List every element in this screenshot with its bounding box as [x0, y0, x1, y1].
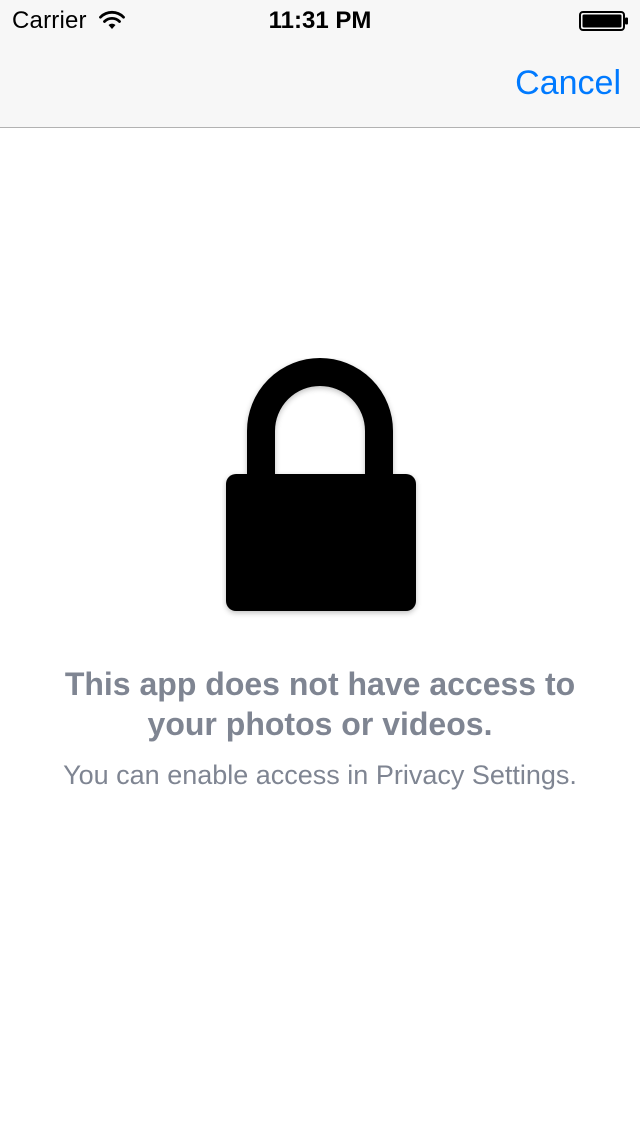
top-bar: Carrier 11:31 PM Cancel — [0, 0, 640, 128]
photo-access-denied-screen: Carrier 11:31 PM Cancel This app does no… — [0, 0, 640, 1136]
battery-full-icon — [579, 11, 628, 31]
status-bar: Carrier 11:31 PM — [0, 0, 640, 40]
title-line-1: This app does not have access to — [64, 666, 576, 702]
status-time: 11:31 PM — [268, 7, 372, 34]
access-denied-title: This app does not have access to your ph… — [0, 664, 640, 744]
cancel-button[interactable]: Cancel — [515, 64, 621, 103]
navigation-bar: Cancel — [0, 40, 640, 128]
title-line-2: your photos or videos. — [147, 706, 493, 742]
lock-icon — [226, 358, 416, 611]
privacy-settings-hint: You can enable access in Privacy Setting… — [63, 760, 577, 790]
